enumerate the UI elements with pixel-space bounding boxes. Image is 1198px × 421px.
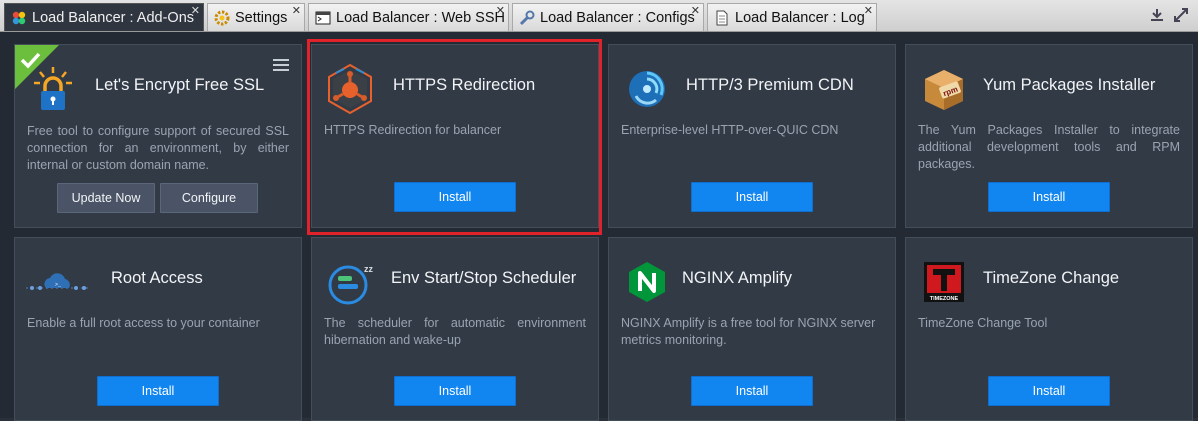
install-button[interactable]: Install <box>988 376 1110 406</box>
gear-icon <box>214 10 230 26</box>
rpm-box-icon: rpm <box>918 63 970 115</box>
menu-icon[interactable] <box>273 59 289 74</box>
addon-description: Free tool to configure support of secure… <box>27 124 289 172</box>
configure-button[interactable]: Configure <box>160 183 258 213</box>
tab-label: Load Balancer : Add-Ons <box>32 9 195 26</box>
addon-description: NGINX Amplify is a free tool for NGINX s… <box>621 316 876 347</box>
install-button[interactable]: Install <box>691 182 813 212</box>
tab-settings[interactable]: Settings ✕ <box>207 3 305 31</box>
addon-title: TimeZone Change <box>983 269 1120 287</box>
document-icon <box>714 10 730 26</box>
close-icon[interactable]: ✕ <box>292 6 301 17</box>
addon-description: Enterprise-level HTTP-over-QUIC CDN <box>621 123 839 137</box>
install-button[interactable]: Install <box>988 182 1110 212</box>
tab-label: Settings <box>235 9 288 26</box>
install-button[interactable]: Install <box>97 376 219 406</box>
addons-grid: Let's Encrypt Free SSL Free tool to conf… <box>0 32 1198 421</box>
addon-card-timezone: TIMEZONE TimeZone Change TimeZone Change… <box>905 237 1193 421</box>
tab-label: Load Balancer : Log <box>735 9 865 26</box>
close-icon[interactable]: ✕ <box>496 6 505 17</box>
tab-configs[interactable]: Load Balancer : Configs ✕ <box>512 3 704 31</box>
addon-title: Let's Encrypt Free SSL <box>95 76 265 94</box>
scheduler-icon: zz <box>324 256 376 308</box>
tab-label: Load Balancer : Web SSH <box>336 9 505 26</box>
terminal-icon <box>315 10 331 26</box>
https-redirect-icon <box>324 63 376 115</box>
expand-icon[interactable] <box>1174 8 1188 27</box>
addon-title: Yum Packages Installer <box>983 76 1156 94</box>
svg-text:zz: zz <box>364 264 374 274</box>
tab-bar: Load Balancer : Add-Ons ✕ Settings ✕ Loa… <box>0 0 1198 32</box>
tab-label: Load Balancer : Configs <box>540 9 695 26</box>
addon-description: HTTPS Redirection for balancer <box>324 123 502 137</box>
tab-addons[interactable]: Load Balancer : Add-Ons ✕ <box>4 3 204 31</box>
download-icon[interactable] <box>1150 8 1164 27</box>
addon-card-env-scheduler: zz Env Start/Stop Scheduler The schedule… <box>311 237 599 421</box>
addon-card-letsencrypt: Let's Encrypt Free SSL Free tool to conf… <box>14 44 302 228</box>
wrench-icon <box>519 10 535 26</box>
update-now-button[interactable]: Update Now <box>57 183 155 213</box>
addon-description: Enable a full root access to your contai… <box>27 316 260 330</box>
addon-description: The scheduler for automatic environment … <box>324 316 586 347</box>
addon-title: NGINX Amplify <box>682 269 793 287</box>
install-button[interactable]: Install <box>394 182 516 212</box>
addon-description: The Yum Packages Installer to integrate … <box>918 123 1180 171</box>
cdn-swirl-icon <box>621 63 673 115</box>
tab-log[interactable]: Load Balancer : Log ✕ <box>707 3 877 31</box>
lock-icon <box>27 63 79 115</box>
addon-title: Root Access <box>111 269 203 287</box>
svg-text:>_: >_ <box>55 282 62 288</box>
addon-title: HTTPS Redirection <box>393 76 536 94</box>
addons-icon <box>11 10 27 26</box>
cloud-network-icon: >_ <box>23 256 93 308</box>
timezone-icon-text: TIMEZONE <box>930 296 959 302</box>
addon-card-http3-cdn: HTTP/3 Premium CDN Enterprise-level HTTP… <box>608 44 896 228</box>
addon-card-https-redirection: HTTPS Redirection HTTPS Redirection for … <box>311 44 599 228</box>
install-button[interactable]: Install <box>394 376 516 406</box>
addon-title: HTTP/3 Premium CDN <box>686 76 854 94</box>
addon-card-root-access: >_ Root Access Enable a full root access… <box>14 237 302 421</box>
close-icon[interactable]: ✕ <box>191 6 200 17</box>
close-icon[interactable]: ✕ <box>864 6 873 17</box>
install-button[interactable]: Install <box>691 376 813 406</box>
timezone-icon: TIMEZONE <box>918 256 970 308</box>
tab-web-ssh[interactable]: Load Balancer : Web SSH ✕ <box>308 3 509 31</box>
nginx-icon <box>621 256 673 308</box>
addon-description: TimeZone Change Tool <box>918 316 1048 330</box>
addon-card-yum-packages: rpm Yum Packages Installer The Yum Packa… <box>905 44 1193 228</box>
close-icon[interactable]: ✕ <box>691 6 700 17</box>
addon-card-nginx-amplify: NGINX Amplify NGINX Amplify is a free to… <box>608 237 896 421</box>
addon-title: Env Start/Stop Scheduler <box>391 269 577 287</box>
